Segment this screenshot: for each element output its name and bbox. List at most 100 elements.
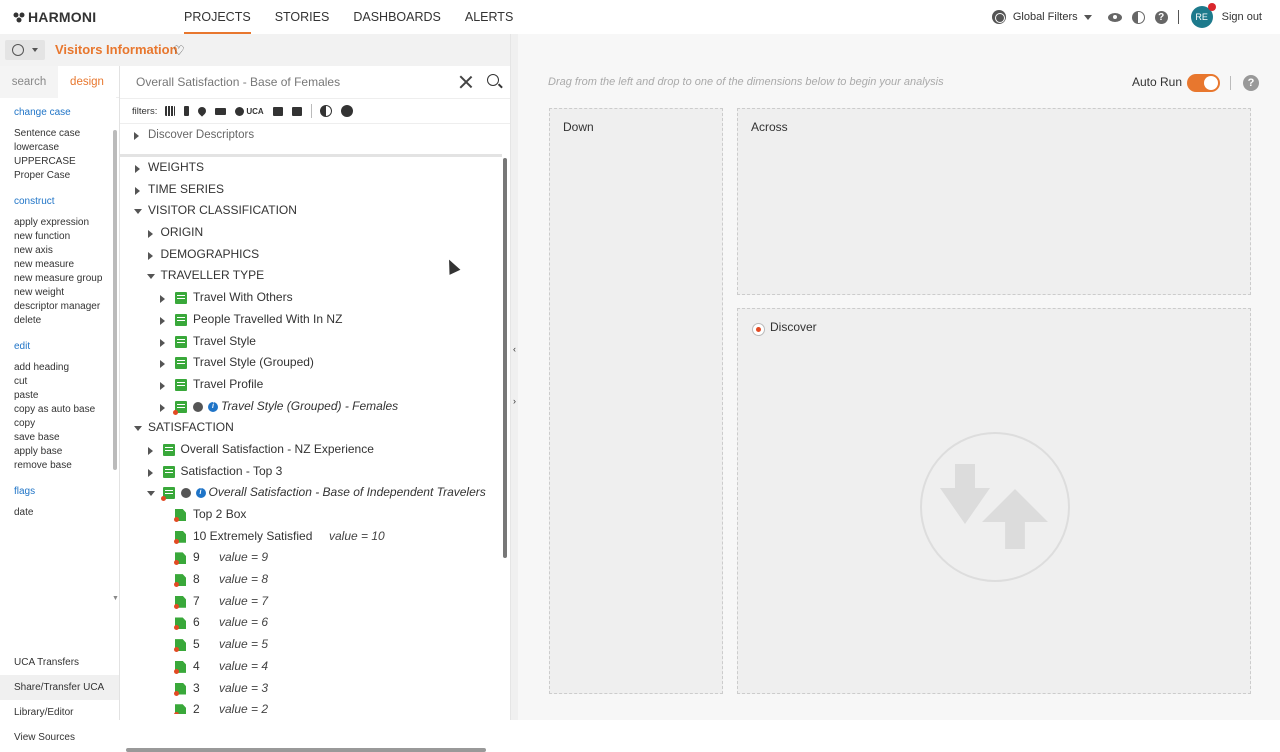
sidebar-action-item[interactable]: remove base xyxy=(14,459,119,473)
expand-arrow-icon[interactable] xyxy=(147,251,153,260)
info-icon[interactable]: i xyxy=(208,401,218,412)
tree-row[interactable]: i Travel Style (Grouped) - Females xyxy=(120,396,502,418)
sidebar-group-heading[interactable]: flags xyxy=(14,485,119,499)
column-filter-icon[interactable] xyxy=(184,106,190,116)
tree-row[interactable]: 3 value = 3 xyxy=(120,678,502,700)
nav-projects[interactable]: PROJECTS xyxy=(184,0,251,34)
sidebar-action-item[interactable]: copy as auto base xyxy=(14,403,119,417)
help-icon[interactable]: ? xyxy=(1243,75,1259,91)
harmoni-logo[interactable]: HARMONI xyxy=(13,9,96,25)
tree-row[interactable]: TIME SERIES xyxy=(120,179,502,201)
avatar[interactable]: RE xyxy=(1190,3,1216,28)
nav-alerts[interactable]: ALERTS xyxy=(465,0,513,34)
sidebar-action-item[interactable]: copy xyxy=(14,417,119,431)
sidebar-action-item[interactable]: save base xyxy=(14,431,119,445)
tree-vertical-scrollbar[interactable] xyxy=(503,158,507,558)
tree-row[interactable]: Travel With Others xyxy=(120,287,502,309)
location-filter-icon[interactable] xyxy=(196,105,209,117)
tree-row[interactable]: TRAVELLER TYPE xyxy=(120,265,502,287)
tree-row[interactable]: Top 2 Box xyxy=(120,504,502,526)
sidebar-group-heading[interactable]: construct xyxy=(14,195,119,209)
sidebar-action-item[interactable]: new weight xyxy=(14,286,119,300)
tree-row[interactable]: 2 value = 2 xyxy=(120,699,502,714)
sidebar-action-item[interactable]: lowercase xyxy=(14,141,119,155)
expand-arrow-icon[interactable] xyxy=(160,295,165,304)
sidebar-scrollbar[interactable] xyxy=(113,130,117,470)
sidebar-action-item[interactable]: paste xyxy=(14,389,119,403)
sign-out-link[interactable]: Sign out xyxy=(1222,11,1262,23)
collapse-left-icon[interactable]: ‹ xyxy=(513,344,516,354)
tree-row[interactable]: SATISFACTION xyxy=(120,417,502,439)
tree-row[interactable]: 6 value = 6 xyxy=(120,612,502,634)
expand-arrow-icon[interactable] xyxy=(135,165,140,173)
expand-arrow-icon[interactable] xyxy=(135,186,140,195)
tree-row[interactable]: 5 value = 5 xyxy=(120,634,502,656)
tree-row[interactable]: 4 value = 4 xyxy=(120,656,502,678)
tree-row[interactable]: ORIGIN xyxy=(120,222,502,244)
expand-right-icon[interactable]: › xyxy=(513,396,516,406)
sidebar-action-item[interactable]: Proper Case xyxy=(14,169,119,183)
sidebar-group-heading[interactable]: edit xyxy=(14,340,119,354)
measure-filter-icon[interactable] xyxy=(215,107,227,115)
tab-design[interactable]: design xyxy=(58,66,116,98)
tree-row[interactable]: Travel Style xyxy=(120,331,502,353)
sidebar-action-item[interactable]: descriptor manager xyxy=(14,300,119,314)
sidebar-action-item[interactable]: apply expression xyxy=(14,216,119,230)
sidebar-action-item[interactable]: date xyxy=(14,506,119,520)
auto-run-toggle[interactable] xyxy=(1187,74,1220,92)
across-dropzone[interactable]: Across xyxy=(737,108,1251,295)
eye-icon[interactable] xyxy=(1107,12,1122,22)
close-icon[interactable] xyxy=(459,75,473,89)
history-button[interactable] xyxy=(5,40,45,60)
expand-arrow-icon[interactable] xyxy=(160,316,165,325)
tree-row[interactable]: People Travelled With In NZ xyxy=(120,309,502,331)
collapse-arrow-icon[interactable] xyxy=(146,274,155,280)
tree-row[interactable]: WEIGHTS xyxy=(120,157,502,179)
sidebar-action-item[interactable]: new measure group xyxy=(14,272,119,286)
expand-arrow-icon[interactable] xyxy=(160,338,165,347)
tree-row[interactable]: 7 value = 7 xyxy=(120,591,502,613)
tree-row[interactable]: Overall Satisfaction - NZ Experience xyxy=(120,439,502,461)
search-input[interactable]: Overall Satisfaction - Base of Females xyxy=(136,75,340,89)
tree-row[interactable]: Travel Profile xyxy=(120,374,502,396)
collapse-arrow-icon[interactable] xyxy=(134,209,142,215)
info-icon[interactable]: i xyxy=(195,488,206,499)
tree-row[interactable]: i Overall Satisfaction - Base of Independ… xyxy=(120,482,502,504)
panel-splitter[interactable]: ‹ › xyxy=(510,34,518,720)
help-icon[interactable]: ? xyxy=(1154,10,1168,24)
sidebar-action-item[interactable]: cut xyxy=(14,375,119,389)
expand-arrow-icon[interactable] xyxy=(160,360,165,369)
collapse-arrow-icon[interactable] xyxy=(146,491,155,497)
contrast-filter-icon[interactable] xyxy=(319,105,332,117)
view-sources-link[interactable]: View Sources xyxy=(0,725,119,750)
library-editor-link[interactable]: Library/Editor xyxy=(0,700,119,725)
hierarchy-filter-icon[interactable] xyxy=(291,106,302,116)
discover-dropzone[interactable]: Discover xyxy=(737,308,1251,694)
scroll-down-icon[interactable]: ▼ xyxy=(112,595,119,602)
tree-row[interactable]: 10 Extremely Satisfied value = 10 xyxy=(120,526,502,548)
sidebar-action-item[interactable]: add heading xyxy=(14,361,119,375)
tree-horizontal-scrollbar[interactable] xyxy=(126,748,486,752)
expand-arrow-icon[interactable] xyxy=(160,403,165,412)
grid-filter-icon[interactable] xyxy=(165,106,176,116)
heart-icon[interactable]: ♡ xyxy=(173,44,185,57)
toggle-filter-icon[interactable] xyxy=(340,105,353,117)
expand-arrow-icon[interactable] xyxy=(147,230,153,239)
sidebar-action-item[interactable]: new measure xyxy=(14,258,119,272)
expand-arrow-icon[interactable] xyxy=(147,446,153,455)
sidebar-action-item[interactable]: new axis xyxy=(14,244,119,258)
sidebar-action-item[interactable]: apply base xyxy=(14,445,119,459)
expand-arrow-icon[interactable] xyxy=(134,132,139,140)
tab-search[interactable]: search xyxy=(0,66,58,98)
sidebar-action-item[interactable]: Sentence case xyxy=(14,127,119,141)
discover-descriptors-row[interactable]: Discover Descriptors xyxy=(120,124,510,148)
down-dropzone[interactable]: Down xyxy=(549,108,723,694)
tree-row[interactable]: Travel Style (Grouped) xyxy=(120,352,502,374)
tree-row[interactable]: 8 value = 8 xyxy=(120,569,502,591)
sidebar-action-item[interactable]: UPPERCASE xyxy=(14,155,119,169)
tree-row[interactable]: Satisfaction - Top 3 xyxy=(120,461,502,483)
search-icon[interactable] xyxy=(487,74,499,86)
tree-row[interactable]: VISITOR CLASSIFICATION xyxy=(120,200,502,222)
expand-arrow-icon[interactable] xyxy=(147,468,153,477)
uca-filter-label[interactable]: UCA xyxy=(246,107,263,116)
